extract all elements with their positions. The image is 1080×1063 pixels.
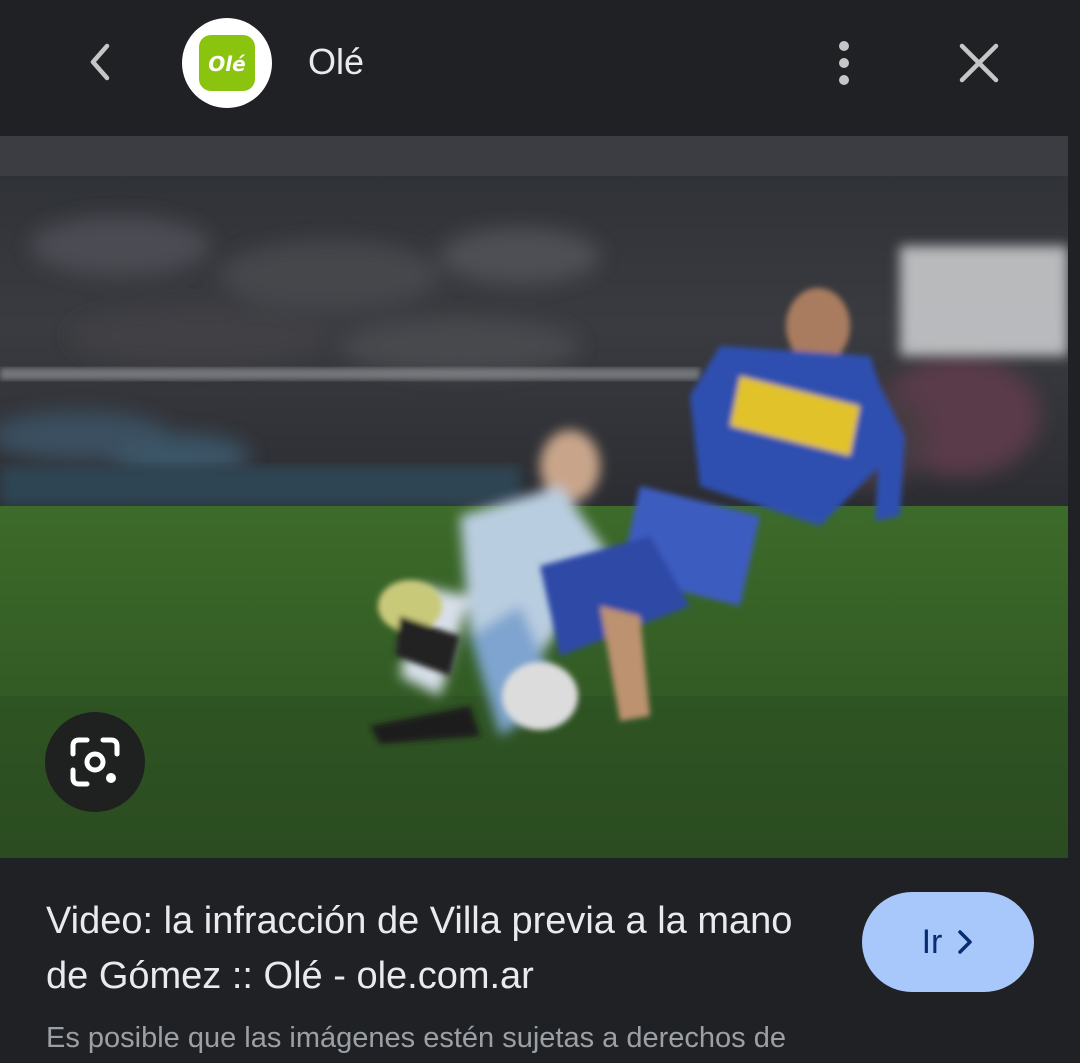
preview-image[interactable] [0,136,1068,858]
back-button[interactable] [70,32,130,92]
close-button[interactable] [948,32,1010,94]
chevron-left-icon [90,43,110,81]
ole-logo: Olé [199,35,255,91]
more-vert-icon [839,41,849,85]
copyright-notice: Es posible que las imágenes estén sujeta… [46,1022,786,1054]
close-icon [959,43,999,83]
google-lens-icon [70,737,120,787]
scrollbar [1068,136,1080,858]
google-lens-button[interactable] [45,712,145,812]
top-bar: Olé Olé [0,0,1080,136]
more-options-button[interactable] [814,32,874,94]
chevron-right-icon [958,930,973,954]
go-button-label: Ir [921,922,943,961]
result-title[interactable]: Video: la infracción de Villa previa a l… [46,894,836,1004]
svg-text:Olé: Olé [208,52,245,76]
site-name: Olé [308,41,365,82]
go-to-site-button[interactable]: Ir [862,892,1034,992]
image-preview-screen: Olé Olé Video: la infracción de Villa pr… [0,0,1080,1063]
site-favicon: Olé [182,18,272,108]
